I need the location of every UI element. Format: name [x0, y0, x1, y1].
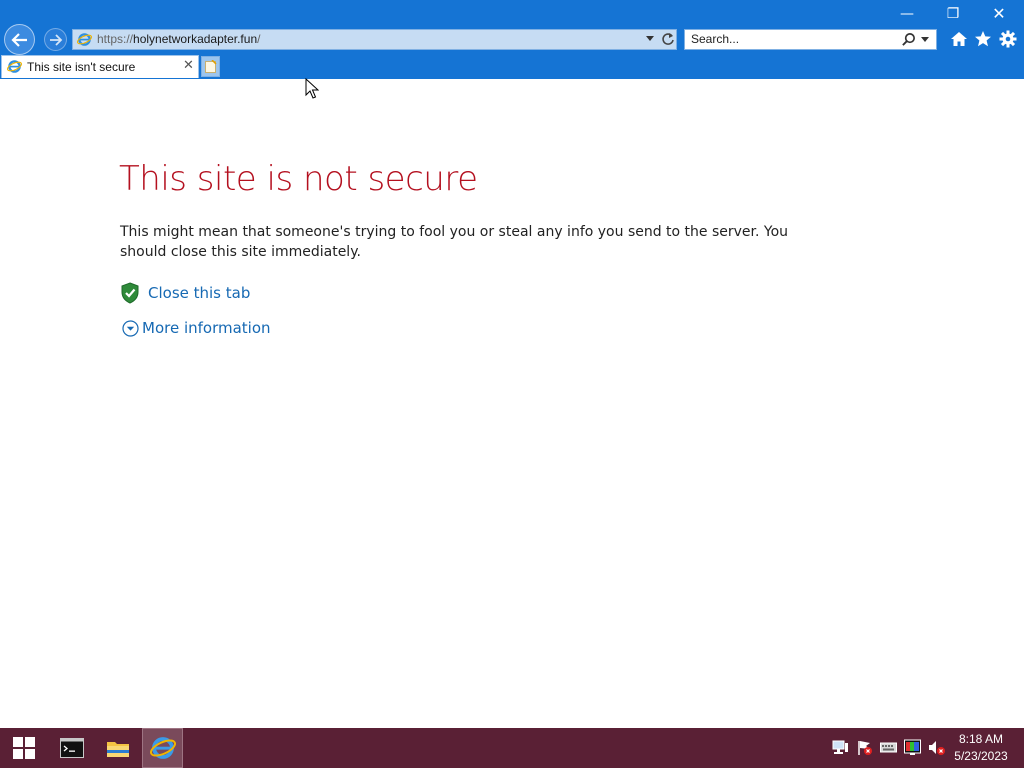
- search-box[interactable]: Search...: [684, 29, 937, 50]
- expand-chevron-icon: [122, 319, 139, 337]
- system-clock[interactable]: 8:18 AM 5/23/2023: [946, 731, 1016, 765]
- forward-button[interactable]: [44, 28, 67, 51]
- taskbar: 8:18 AM 5/23/2023: [0, 728, 1024, 768]
- forward-arrow-icon: [49, 33, 62, 46]
- more-info-row[interactable]: More information: [120, 319, 271, 337]
- favorites-star-icon[interactable]: [973, 29, 993, 49]
- security-flag-icon[interactable]: [856, 739, 873, 756]
- page-content: This site is not secure This might mean …: [0, 79, 1024, 728]
- home-icon[interactable]: [949, 29, 969, 49]
- more-information-link[interactable]: More information: [142, 319, 271, 337]
- keyboard-icon[interactable]: [880, 739, 897, 756]
- clock-time: 8:18 AM: [958, 732, 1004, 746]
- minimize-button[interactable]: —: [887, 3, 927, 25]
- url-path: /: [257, 32, 261, 46]
- refresh-icon[interactable]: [661, 31, 675, 47]
- color-display-icon[interactable]: [904, 739, 921, 756]
- browser-chrome: — ❐ ✕ https://holynetworkadapter.fun/ Se…: [0, 0, 1024, 79]
- ie-page-icon: [77, 33, 92, 46]
- url-domain: holynetworkadapter.fun: [133, 32, 258, 46]
- mouse-cursor-icon: [305, 78, 319, 99]
- windows-logo-icon: [13, 737, 35, 759]
- search-dropdown-icon[interactable]: [921, 37, 929, 42]
- restore-button[interactable]: ❐: [933, 3, 973, 25]
- url-protocol: https://: [97, 32, 134, 46]
- new-tab-button[interactable]: [201, 56, 220, 77]
- tab-close-icon[interactable]: ✕: [183, 58, 194, 73]
- address-dropdown-icon[interactable]: [646, 36, 654, 41]
- close-tab-link[interactable]: Close this tab: [148, 284, 250, 302]
- command-prompt-icon: [60, 738, 84, 758]
- start-button[interactable]: [0, 728, 48, 768]
- folder-icon: [107, 742, 129, 757]
- url-text: https://holynetworkadapter.fun/: [97, 32, 260, 46]
- network-icon[interactable]: [832, 739, 849, 756]
- tab-title: This site isn't secure: [27, 60, 136, 74]
- ie-tab-icon: [7, 60, 22, 73]
- search-icon[interactable]: [901, 32, 916, 47]
- warning-description: This might mean that someone's trying to…: [120, 224, 789, 260]
- back-arrow-icon: [10, 32, 27, 47]
- new-tab-icon: [205, 60, 217, 73]
- settings-gear-icon[interactable]: [998, 29, 1018, 49]
- tab-current[interactable]: This site isn't secure ✕: [1, 55, 199, 78]
- clock-date: 5/23/2023: [954, 749, 1008, 763]
- close-window-button[interactable]: ✕: [979, 3, 1019, 25]
- search-placeholder: Search...: [691, 32, 740, 46]
- shield-check-icon: [121, 282, 139, 304]
- internet-explorer-icon: [149, 737, 176, 759]
- taskbar-internet-explorer[interactable]: [142, 728, 183, 768]
- volume-muted-icon[interactable]: [928, 739, 945, 756]
- page-title: This site is not secure: [119, 159, 478, 199]
- close-tab-row[interactable]: Close this tab: [120, 282, 250, 304]
- taskbar-file-explorer[interactable]: [96, 728, 140, 768]
- back-button[interactable]: [4, 24, 35, 55]
- address-bar[interactable]: https://holynetworkadapter.fun/: [72, 29, 677, 50]
- taskbar-command-prompt[interactable]: [50, 728, 94, 768]
